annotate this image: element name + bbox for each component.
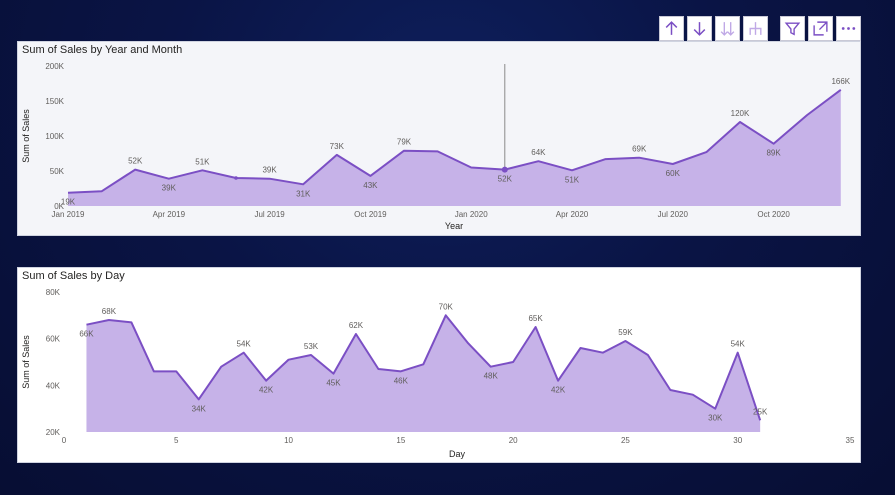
data-label: 42K (259, 386, 274, 395)
x-tick-label: Jul 2019 (254, 210, 285, 219)
expand-all-down-button[interactable] (715, 16, 740, 41)
x-tick-label: Apr 2019 (153, 210, 186, 219)
x-tick-label: 10 (284, 436, 293, 445)
sales-by-year-month-chart: 0K50K100K150K200KSum of SalesYearJan 201… (21, 62, 851, 231)
data-label: 51K (195, 157, 210, 166)
data-label: 34K (192, 404, 207, 413)
y-tick-label: 200K (45, 62, 64, 71)
data-label: 166K (831, 77, 850, 86)
expand-hierarchy-button[interactable] (743, 16, 768, 41)
focus-mode-icon (813, 21, 828, 36)
data-label: 66K (79, 330, 94, 339)
data-label: 39K (262, 166, 277, 175)
drill-down-button[interactable] (687, 16, 712, 41)
x-tick-label: Jan 2019 (52, 210, 85, 219)
filter-icon (784, 22, 801, 36)
y-axis-title: Sum of Sales (21, 335, 31, 389)
data-label: 89K (766, 149, 781, 158)
data-label: 52K (498, 175, 513, 184)
sales-by-day-chart: 20K 40K 60K 80K Sum of Sales Day 0 5 10 15 20 25 30 3… (21, 288, 855, 459)
data-label: 42K (551, 386, 566, 395)
x-axis-title: Year (445, 221, 463, 231)
data-label: 45K (326, 379, 341, 388)
y-tick-label: 20K (46, 428, 61, 437)
data-label: 25K (753, 407, 768, 416)
x-tick-label: 15 (396, 436, 405, 445)
y-axis-title: Sum of Sales (21, 109, 31, 163)
x-tick-label: 25 (621, 436, 630, 445)
filter-button[interactable] (780, 16, 805, 41)
highlighted-point (501, 166, 508, 173)
drill-up-button[interactable] (659, 16, 684, 41)
data-label: 64K (531, 148, 546, 157)
x-axis-title: Day (449, 449, 466, 459)
x-tick-label: Oct 2020 (757, 210, 790, 219)
data-point (234, 176, 238, 180)
x-tick-label: Jan 2020 (455, 210, 488, 219)
data-label: 31K (296, 189, 311, 198)
data-label: 120K (731, 109, 750, 118)
data-label: 70K (439, 302, 454, 311)
data-label: 62K (349, 321, 364, 330)
more-options-icon (841, 27, 856, 30)
x-tick-label: 35 (846, 436, 855, 445)
data-label: 52K (128, 157, 143, 166)
y-tick-label: 60K (46, 335, 61, 344)
data-label: 65K (528, 314, 543, 323)
data-label: 60K (666, 169, 681, 178)
x-tick-label: 5 (174, 436, 179, 445)
x-tick-label: 30 (733, 436, 742, 445)
data-label: 51K (565, 175, 580, 184)
sales-by-day-visual[interactable]: Sum of Sales by Day 20K 40K 60K 80K Sum of S… (17, 267, 861, 463)
data-label: 69K (632, 145, 647, 154)
data-label: 54K (237, 340, 252, 349)
data-label: 68K (102, 307, 117, 316)
more-options-button[interactable] (836, 16, 861, 41)
expand-hierarchy-icon (749, 22, 762, 35)
focus-mode-button[interactable] (808, 16, 833, 41)
data-label: 39K (162, 184, 177, 193)
data-label: 30K (708, 414, 723, 423)
series-area (68, 89, 841, 206)
y-tick-label: 100K (45, 132, 64, 141)
data-label: 54K (731, 340, 746, 349)
data-label: 59K (618, 328, 633, 337)
x-tick-label: 0 (62, 436, 67, 445)
data-label: 43K (363, 181, 378, 190)
y-tick-label: 40K (46, 381, 61, 390)
data-label: 46K (394, 376, 409, 385)
visual-header-toolbar (659, 16, 861, 42)
x-tick-label: Jul 2020 (658, 210, 689, 219)
drill-down-icon (693, 22, 706, 36)
drill-up-icon (665, 21, 678, 35)
y-tick-label: 150K (45, 97, 64, 106)
expand-all-down-icon (720, 22, 735, 36)
data-label: 19K (61, 198, 76, 207)
x-tick-label: Apr 2020 (556, 210, 589, 219)
data-label: 79K (397, 138, 412, 147)
data-label: 53K (304, 342, 319, 351)
y-tick-label: 80K (46, 288, 61, 297)
x-tick-label: Oct 2019 (354, 210, 387, 219)
sales-by-year-month-visual[interactable]: Sum of Sales by Year and Month 0K 50K 100K… (17, 41, 861, 236)
data-label: 48K (484, 372, 499, 381)
x-tick-label: 20 (509, 436, 518, 445)
data-label: 73K (330, 142, 345, 151)
y-tick-label: 50K (50, 167, 65, 176)
